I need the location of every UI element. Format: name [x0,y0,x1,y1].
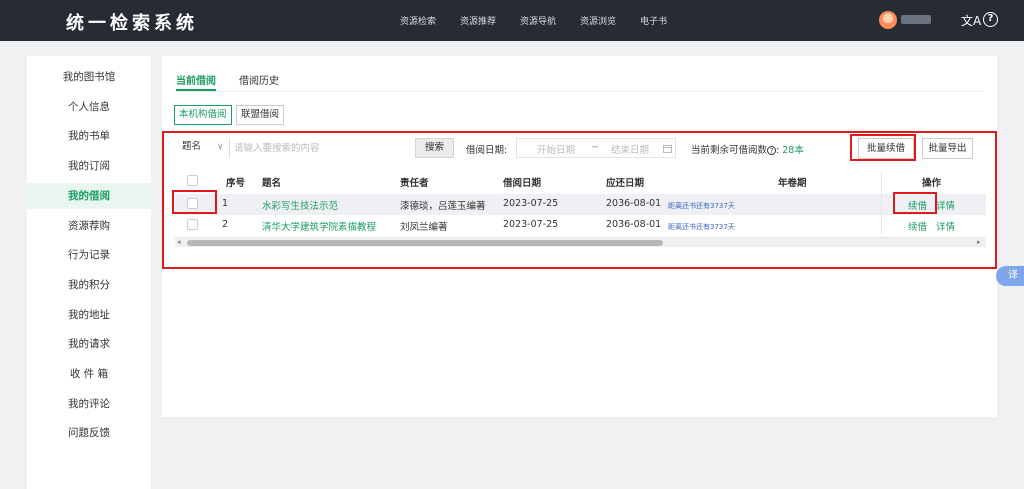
translate-floating-button[interactable]: 译 [996,266,1024,286]
translate-language-icon[interactable]: 文A [961,12,981,29]
subtab-local-institution[interactable]: 本机构借阅 [174,105,232,125]
row-index: 2 [222,219,229,230]
subtab-union-borrowing[interactable]: 联盟借阅 [236,105,285,125]
tab-current-borrowing[interactable]: 当前借阅 [176,72,216,87]
sidebar-item-activity-log[interactable]: 行为记录 [27,242,151,268]
search-field-select[interactable]: 题名 ∨ [179,138,229,158]
search-field-value: 题名 [182,141,202,152]
table-row: 2 清华大学建筑学院素描教程 刘凤兰编著 2023-07-25 2036-08-… [175,215,986,236]
row-borrow-date: 2023-07-25 [503,219,559,230]
scrollbar-thumb[interactable] [187,240,663,246]
username-redacted[interactable] [901,15,931,24]
row-title-link[interactable]: 水彩写生技法示范 [262,198,338,212]
help-icon[interactable]: ? [983,12,998,27]
header-volume: 年卷期 [778,178,807,189]
user-avatar[interactable] [879,11,897,29]
table-header: 序号 题名 责任者 借阅日期 应还日期 年卷期 操作 [175,171,986,191]
row-index: 1 [222,198,229,209]
calendar-icon [663,145,672,153]
sidebar-item-profile[interactable]: 个人信息 [27,94,151,120]
sidebar-item-subscriptions[interactable]: 我的订阅 [27,153,151,179]
header-title: 题名 [262,178,282,189]
start-date-placeholder: 开始日期 [537,145,576,156]
remaining-quota-value: 28本 [782,145,804,156]
row-author: 刘凤兰编著 [400,222,448,233]
sidebar-item-my-borrowing[interactable]: 我的借阅 [27,183,151,209]
scroll-left-arrow-icon[interactable]: ◂ [177,238,181,246]
question-icon[interactable]: ? [767,146,777,155]
sidebar-item-my-library[interactable]: 我的图书馆 [27,64,151,90]
table-horizontal-scrollbar[interactable]: ◂ ▸ [175,237,986,247]
header-author: 责任者 [400,178,429,189]
nav-item-search[interactable]: 资源检索 [400,14,436,27]
highlight-box-row-checkbox [172,190,217,214]
main-nav: 资源检索 资源推荐 资源导航 资源浏览 电子书 [400,0,691,41]
sidebar-item-inbox[interactable]: 收 件 箱 [27,361,151,387]
row-checkbox[interactable] [187,219,198,230]
scroll-right-arrow-icon[interactable]: ▸ [977,238,981,246]
top-bar: 统一检索系统 资源检索 资源推荐 资源导航 资源浏览 电子书 文A ? [0,0,1024,41]
header-borrow-date: 借阅日期 [503,178,542,189]
app-logo[interactable]: 统一检索系统 [66,9,198,35]
search-input[interactable] [229,138,415,158]
batch-export-button[interactable]: 批量导出 [922,138,973,159]
row-days-remaining: 距离还书还有3737天 [668,223,735,231]
sidebar-item-purchase-request[interactable]: 资源荐购 [27,213,151,239]
sidebar-item-points[interactable]: 我的积分 [27,272,151,298]
end-date-placeholder: 结束日期 [611,145,650,156]
table-row: 1 水彩写生技法示范 漆德琰，吕莲玉编著 2023-07-25 2036-08-… [175,194,986,215]
date-range-picker[interactable]: 开始日期 ~ 结束日期 [516,138,676,158]
sidebar-item-booklist[interactable]: 我的书单 [27,123,151,149]
row-author: 漆德琰，吕莲玉编著 [400,201,486,212]
borrow-tabs: 当前借阅 借阅历史 [176,70,983,92]
sidebar-item-feedback[interactable]: 问题反馈 [27,420,151,446]
search-button[interactable]: 搜索 [415,138,454,158]
nav-item-ebook[interactable]: 电子书 [640,14,667,27]
nav-item-navigation[interactable]: 资源导航 [520,14,556,27]
header-due-date: 应还日期 [606,178,645,189]
chevron-down-icon: ∨ [217,142,224,152]
tab-borrowing-history[interactable]: 借阅历史 [239,72,279,87]
row-due-date: 2036-08-01 [606,198,662,209]
row-due-date: 2036-08-01 [606,219,662,230]
sidebar-item-address[interactable]: 我的地址 [27,302,151,328]
highlight-box-renew [893,192,937,214]
select-all-checkbox[interactable] [187,175,198,186]
highlight-box-batch-renew [850,134,916,161]
remaining-quota: 当前剩余可借阅数?: 28本 [691,142,804,156]
row-borrow-date: 2023-07-25 [503,198,559,209]
row-title-link[interactable]: 清华大学建筑学院素描教程 [262,219,376,233]
borrow-date-label: 借阅日期: [466,145,508,156]
nav-item-browse[interactable]: 资源浏览 [580,14,616,27]
nav-item-recommend[interactable]: 资源推荐 [460,14,496,27]
sidebar-item-comments[interactable]: 我的评论 [27,391,151,417]
header-index: 序号 [226,178,246,189]
row-days-remaining: 距离还书还有3737天 [668,202,735,210]
remaining-quota-colon: : [776,145,780,156]
active-tab-indicator [176,89,216,91]
remaining-quota-label: 当前剩余可借阅数 [691,145,768,156]
date-separator: ~ [591,142,599,153]
sidebar-item-requests[interactable]: 我的请求 [27,331,151,357]
sidebar: 我的图书馆 个人信息 我的书单 我的订阅 我的借阅 资源荐购 行为记录 我的积分… [27,56,151,489]
